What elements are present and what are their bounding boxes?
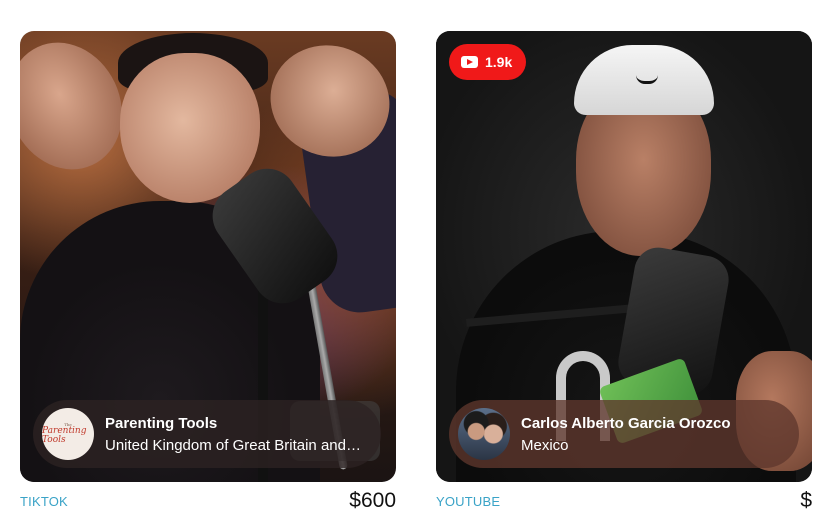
creator-location: United Kingdom of Great Britain and Nort… [105, 436, 363, 454]
creator-info-pill[interactable]: Carlos Alberto Garcia Orozco Mexico [449, 400, 799, 468]
youtube-icon [461, 56, 478, 68]
creator-avatar: The Parenting Tools [42, 408, 94, 460]
creator-location: Mexico [521, 436, 569, 454]
platform-label: YOUTUBE [436, 494, 501, 509]
creator-avatar [458, 408, 510, 460]
price-label: $600 [349, 489, 396, 512]
view-count: 1.9k [485, 54, 513, 70]
creator-info-pill[interactable]: The Parenting Tools Parenting Tools Unit… [33, 400, 381, 468]
creator-name: Parenting Tools [105, 414, 218, 432]
creator-name: Carlos Alberto Garcia Orozco [521, 414, 731, 432]
creator-card-1[interactable]: The Parenting Tools Parenting Tools Unit… [20, 31, 396, 482]
avatar-logo-text: Parenting Tools [42, 426, 87, 445]
creator-card-2[interactable]: 1.9k Carlos Alberto Garcia Orozco Mexico [436, 31, 812, 482]
view-count-badge: 1.9k [449, 44, 527, 80]
creator-grid: The Parenting Tools Parenting Tools Unit… [0, 0, 838, 519]
price-label: $ [800, 489, 812, 512]
platform-label: TIKTOK [20, 494, 68, 509]
